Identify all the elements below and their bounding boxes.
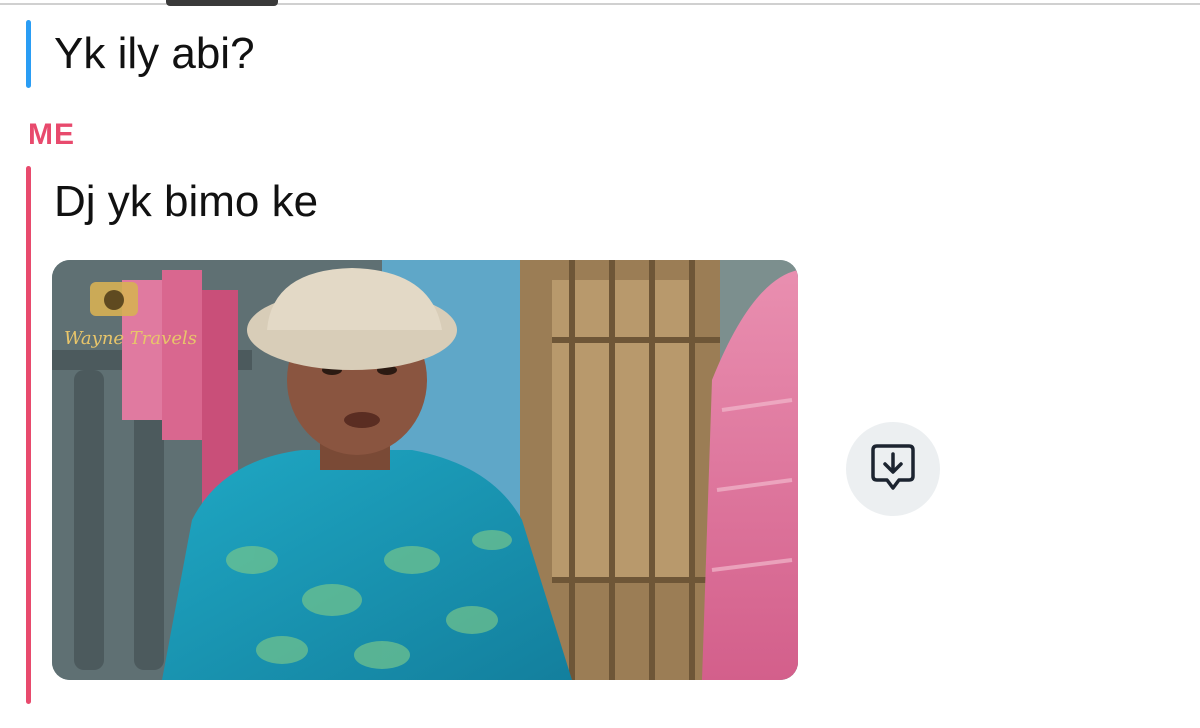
my-message-text[interactable]: Dj yk bimo ke — [54, 180, 318, 224]
friend-message-text: Yk ily abi? — [54, 29, 255, 78]
gif-frame-image: Wayne Travels — [52, 260, 798, 680]
save-to-chat-icon — [869, 442, 917, 497]
save-to-chat-button[interactable] — [846, 422, 940, 516]
me-accent-bar — [26, 166, 31, 704]
friend-accent-bar — [26, 20, 31, 88]
header-tab — [166, 0, 278, 6]
gif-attachment[interactable]: Wayne Travels — [52, 260, 798, 680]
chat-view: Yk ily abi? ME Dj yk bimo ke Wayne Trave… — [0, 0, 1200, 728]
sender-label-me: ME — [28, 118, 75, 151]
svg-text:Wayne Travels: Wayne Travels — [64, 328, 197, 349]
